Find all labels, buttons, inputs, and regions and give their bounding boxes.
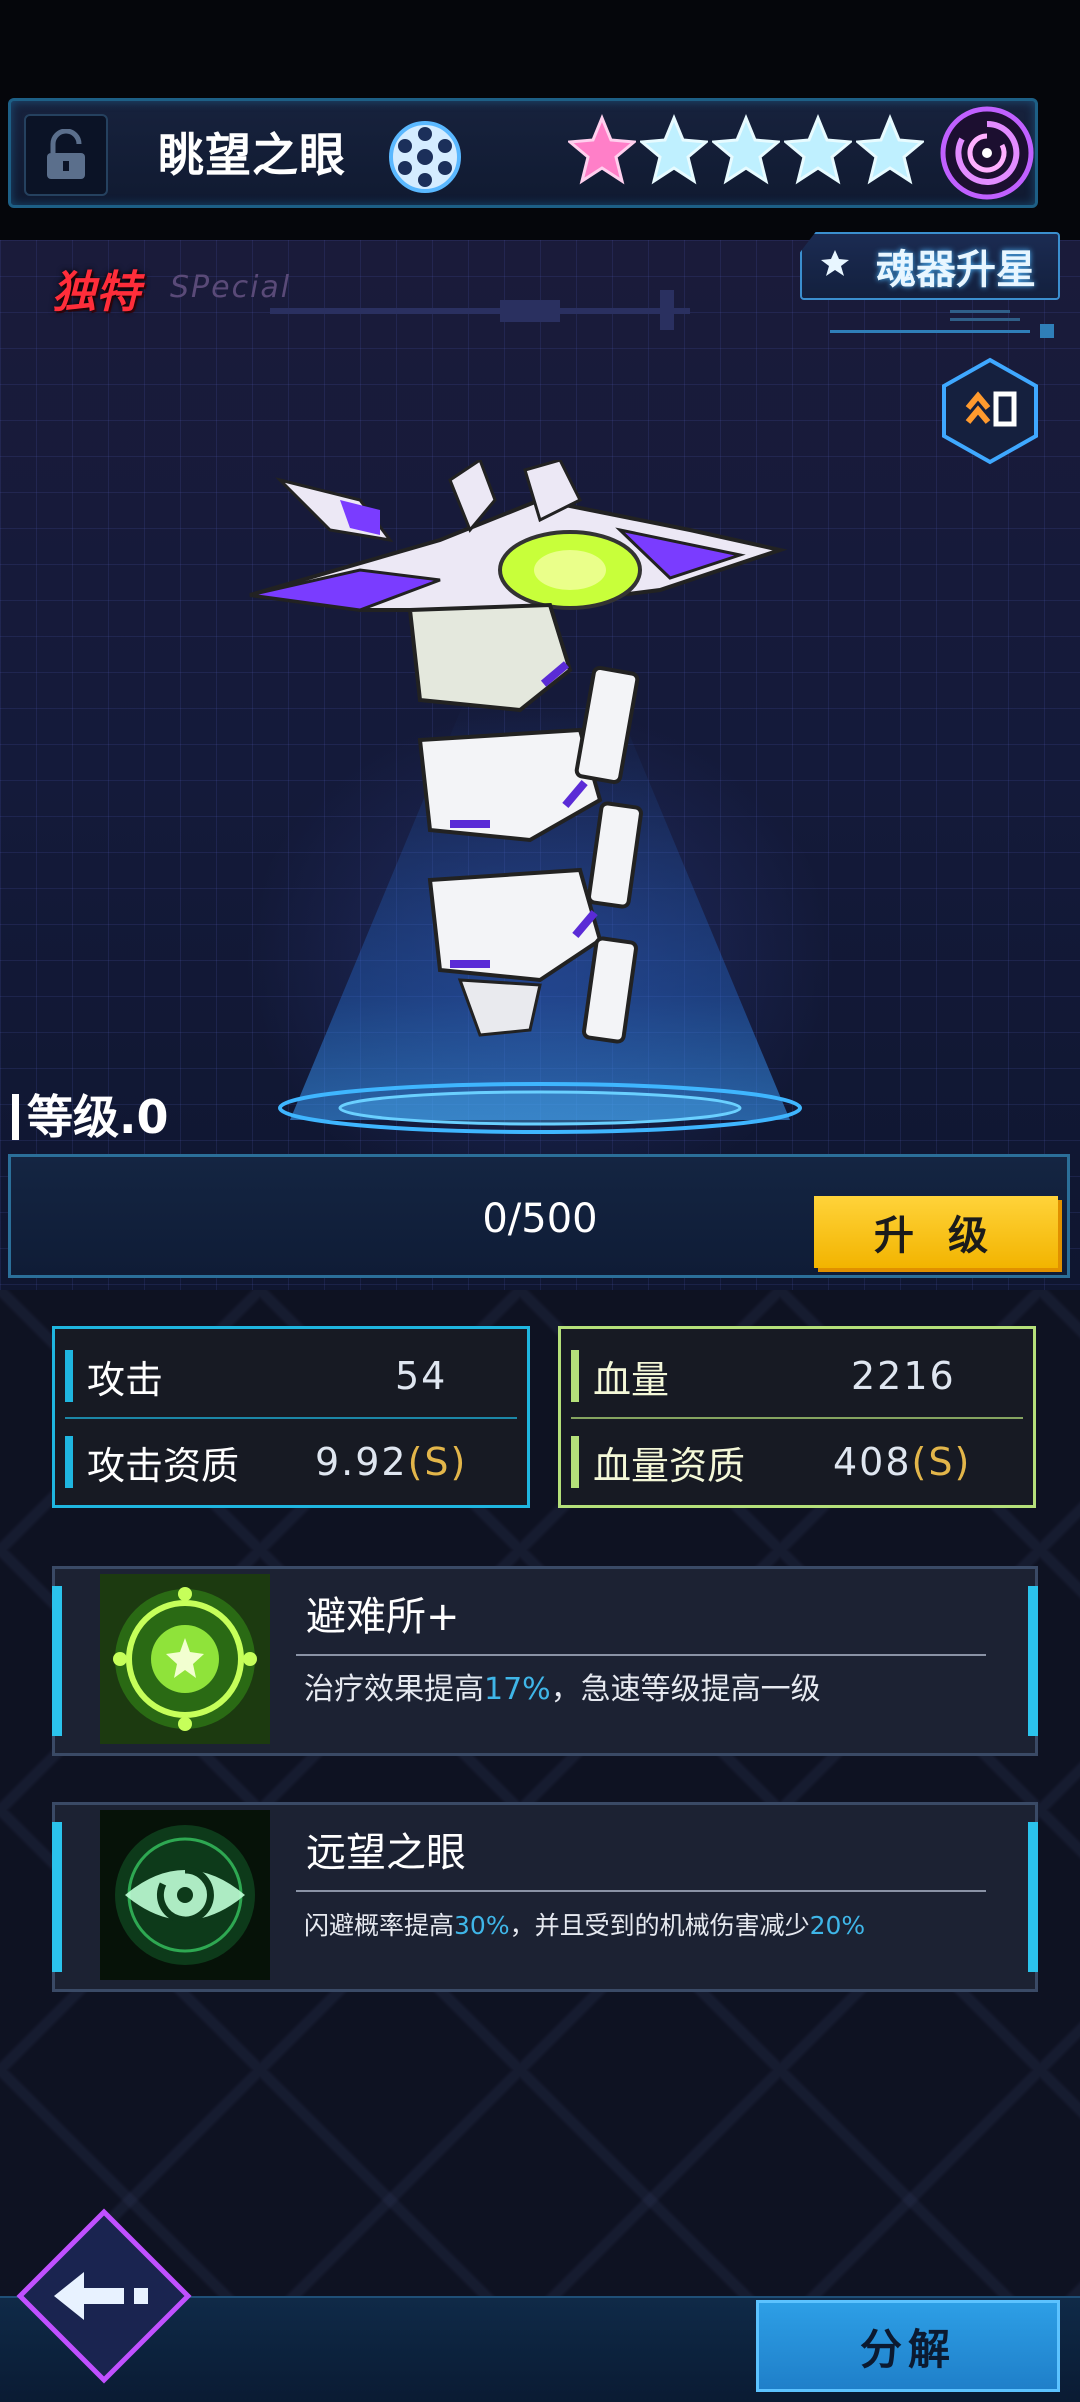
star-empty-icon: [856, 114, 924, 185]
stat-marker: [571, 1436, 579, 1488]
stat-marker: [65, 1350, 73, 1402]
hp-quality-label: 血量资质: [593, 1443, 746, 1488]
attack-value: 54: [395, 1354, 448, 1398]
progress-text: 0/500: [482, 1196, 598, 1242]
hp-value: 2216: [851, 1354, 956, 1398]
attack-quality-row: 攻击资质 9.92(S): [65, 1427, 517, 1497]
hp-quality-grade: (S): [911, 1440, 972, 1484]
skill-card[interactable]: 避难所+ 治疗效果提高17%，急速等级提高一级: [52, 1566, 1038, 1756]
shelter-skill-icon: [100, 1574, 270, 1744]
skill-card[interactable]: 远望之眼 闪避概率提高30%，并且受到的机械伤害减少20%: [52, 1802, 1038, 1992]
divider: [571, 1417, 1023, 1419]
star-filled-icon: [568, 114, 636, 185]
star-empty-icon: [712, 114, 780, 185]
skill-edge-accent: [52, 1822, 62, 1972]
skill-name: 远望之眼: [306, 1830, 466, 1876]
hp-label: 血量: [593, 1357, 670, 1402]
lock-icon: [47, 129, 85, 179]
back-button[interactable]: [14, 2206, 194, 2386]
upgrade-button[interactable]: 升 级: [814, 1196, 1058, 1268]
soul-star-upgrade-button[interactable]: 魂器升星: [800, 232, 1060, 300]
divider: [65, 1417, 517, 1419]
hp-quality-value: 408: [833, 1440, 912, 1484]
attack-quality-label: 攻击资质: [87, 1443, 240, 1488]
skill-divider: [296, 1890, 986, 1892]
level-up-icon[interactable]: [938, 356, 1042, 466]
soul-star-label: 魂器升星: [876, 247, 1036, 293]
decorative-lines: [830, 310, 1054, 338]
skill-edge-accent: [1028, 1822, 1038, 1972]
stat-marker: [571, 1350, 579, 1402]
attack-row: 攻击 54: [65, 1341, 517, 1411]
shelter-icon: [100, 1574, 270, 1744]
skill-divider: [296, 1654, 986, 1656]
attack-quality-grade: (S): [407, 1440, 468, 1484]
vortex-icon: [940, 106, 1034, 200]
eye-icon: [100, 1810, 270, 1980]
far-sight-skill-icon: [100, 1810, 270, 1980]
hp-row: 血量 2216: [571, 1341, 1023, 1411]
skill-edge-accent: [52, 1586, 62, 1736]
hp-quality-row: 血量资质 408(S): [571, 1427, 1023, 1497]
star-icon: [821, 250, 849, 276]
star-empty-icon: [640, 114, 708, 185]
skill-edge-accent: [1028, 1586, 1038, 1736]
star-rating: [568, 114, 924, 186]
lock-button[interactable]: [24, 114, 108, 196]
attack-quality-value: 9.92: [315, 1440, 408, 1484]
stat-marker: [65, 1436, 73, 1488]
skill-description: 闪避概率提高30%，并且受到的机械伤害减少20%: [304, 1911, 866, 1940]
level-label: 等级.0: [12, 1094, 168, 1140]
attack-label: 攻击: [87, 1357, 164, 1402]
weapon-name: 眺望之眼: [158, 128, 346, 182]
star-empty-icon: [784, 114, 852, 185]
skill-description: 治疗效果提高17%，急速等级提高一级: [304, 1672, 821, 1707]
mecha-weapon-image: [249, 460, 788, 1044]
gear-icon: [389, 121, 461, 193]
rarity-badge: 独特: [52, 267, 140, 318]
decorative-ribbon: [270, 290, 690, 330]
decompose-button[interactable]: 分解: [756, 2300, 1060, 2392]
skill-name: 避难所+: [306, 1594, 460, 1640]
hp-stats-box: 血量 2216 血量资质 408(S): [558, 1326, 1036, 1508]
attack-stats-box: 攻击 54 攻击资质 9.92(S): [52, 1326, 530, 1508]
